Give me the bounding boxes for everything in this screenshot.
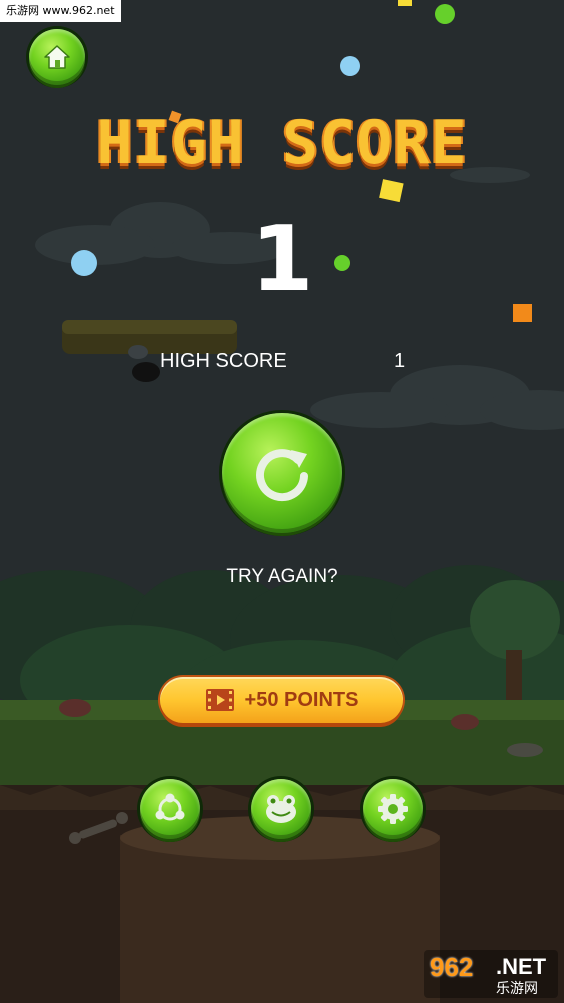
settings-button[interactable] (363, 779, 423, 839)
game-over-screen: 乐游网 www.962.net HIGH SCORE 1 HIGH SCORE … (0, 0, 564, 1003)
home-icon (44, 45, 70, 69)
page-title: HIGH SCORE (96, 108, 468, 178)
current-score: 1 (250, 207, 314, 312)
watch-video-points-button[interactable]: +50 POINTS (160, 677, 403, 723)
video-film-icon (205, 689, 234, 711)
site-logo-number: 962 (430, 952, 474, 982)
high-score-value: 1 (394, 350, 406, 372)
gear-icon (378, 794, 408, 824)
points-reward-label: +50 POINTS (244, 688, 359, 711)
try-again-label: TRY AGAIN? (226, 566, 338, 587)
frog-icon (266, 795, 296, 823)
retry-button[interactable] (222, 413, 342, 533)
home-button[interactable] (29, 29, 85, 85)
share-icon (155, 793, 185, 821)
share-button[interactable] (140, 779, 200, 839)
site-logo: 962 .NET 乐游网 (424, 950, 558, 998)
site-logo-suffix: .NET (496, 954, 547, 979)
watermark-label: 乐游网 www.962.net (0, 0, 121, 22)
character-button[interactable] (251, 779, 311, 839)
site-logo-cn: 乐游网 (496, 980, 538, 996)
high-score-label: HIGH SCORE (160, 350, 287, 372)
restart-icon (256, 449, 308, 502)
